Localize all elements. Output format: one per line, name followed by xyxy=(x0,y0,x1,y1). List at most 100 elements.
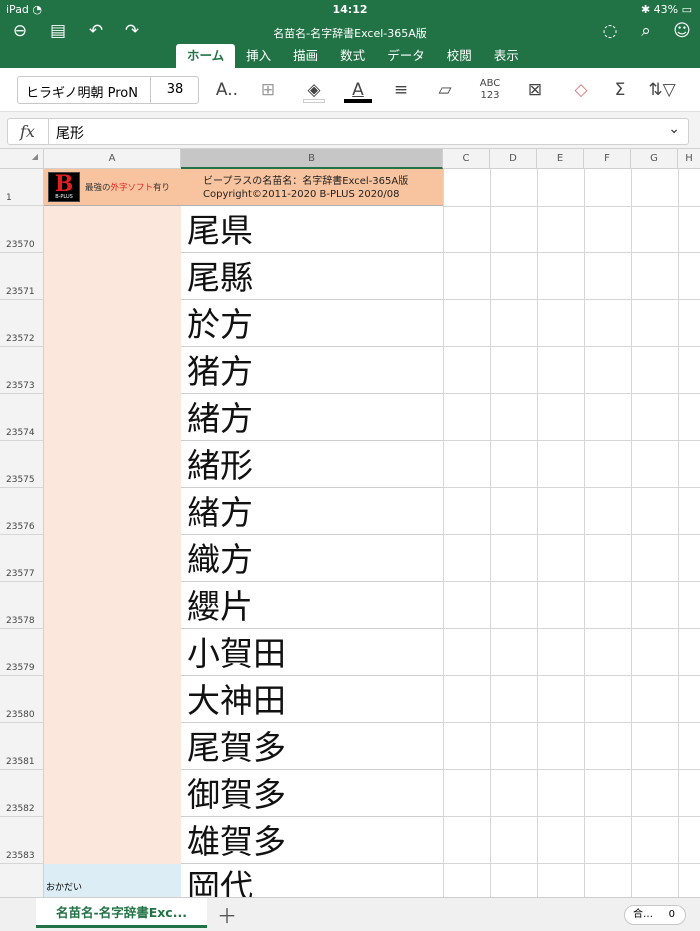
chevron-down-icon[interactable]: ⌄ xyxy=(668,121,680,137)
column-header-h[interactable]: H xyxy=(678,149,700,169)
ribbon-tabs: ホーム 挿入 描画 数式 データ 校閲 表示 xyxy=(176,44,530,68)
column-header-f[interactable]: F xyxy=(584,149,631,169)
cell-b-next[interactable]: 岡代 xyxy=(181,864,443,898)
column-a-fill[interactable] xyxy=(44,206,181,864)
cell-b[interactable]: 大神田 xyxy=(181,676,443,723)
banner-cell[interactable]: B B-PLUS 最強の外字ソフト有り ビープラスの名苗名：名字辞書Excel-… xyxy=(44,169,443,206)
row-header-next[interactable] xyxy=(0,864,44,897)
row-header[interactable]: 23575 xyxy=(0,441,44,488)
tagline: 最強の外字ソフト有り xyxy=(85,183,171,193)
surname-text: 緖方 xyxy=(187,493,253,532)
tab-formulas[interactable]: 数式 xyxy=(329,44,376,68)
surname-text: 尾県 xyxy=(187,211,253,250)
surname-text: 雄賀多 xyxy=(187,822,286,861)
autosum-icon[interactable]: Σ xyxy=(606,77,634,103)
font-name[interactable]: ヒラギノ明朝 ProN xyxy=(26,82,150,101)
formula-bar: fx 尾形 ⌄ xyxy=(0,112,700,149)
row-header[interactable]: 23578 xyxy=(0,582,44,629)
column-header-b[interactable]: B xyxy=(181,149,443,169)
row-header[interactable]: 23577 xyxy=(0,535,44,582)
clear-icon[interactable]: ◇ xyxy=(566,77,596,103)
row-header[interactable]: 23573 xyxy=(0,347,44,394)
select-all-corner[interactable]: ◢ xyxy=(0,149,44,169)
row-header[interactable]: 23572 xyxy=(0,300,44,347)
cell-b[interactable]: 纓片 xyxy=(181,582,443,629)
tab-data[interactable]: データ xyxy=(376,44,436,68)
app-header: iPad ◔ 14:12 ✱ 43% ▭ ⊖ ▤ ↶ ↷ 名苗名-名字辞書Exc… xyxy=(0,0,700,68)
tab-review[interactable]: 校閲 xyxy=(436,44,483,68)
row-header[interactable]: 23579 xyxy=(0,629,44,676)
surname-text: 猪方 xyxy=(187,352,253,391)
column-header-e[interactable]: E xyxy=(537,149,584,169)
banner-line-1: ビープラスの名苗名：名字辞書Excel-365A版 xyxy=(203,176,409,187)
column-header-d[interactable]: D xyxy=(490,149,537,169)
sum-indicator[interactable]: 合… 0 xyxy=(624,905,686,925)
lightbulb-icon[interactable]: ◌ xyxy=(598,20,622,42)
search-icon[interactable]: ⌕ xyxy=(634,20,658,42)
cell-a-next[interactable]: おかだい xyxy=(44,864,181,897)
battery-status: ✱ 43% ▭ xyxy=(640,3,692,16)
row-header-1[interactable]: 1 xyxy=(0,169,44,206)
surname-text: 緒方 xyxy=(187,399,253,438)
cell-b[interactable]: 尾県 xyxy=(181,206,443,253)
borders-icon[interactable]: ⊞ xyxy=(254,77,282,103)
tab-view[interactable]: 表示 xyxy=(483,44,530,68)
clock: 14:12 xyxy=(332,3,368,16)
cell-b[interactable]: 小賀田 xyxy=(181,629,443,676)
column-header-c[interactable]: C xyxy=(443,149,490,169)
row-header[interactable]: 23571 xyxy=(0,253,44,300)
tab-draw[interactable]: 描画 xyxy=(282,44,329,68)
row-header[interactable]: 23574 xyxy=(0,394,44,441)
cell-b[interactable]: 緒形 xyxy=(181,441,443,488)
tab-insert[interactable]: 挿入 xyxy=(235,44,282,68)
row-header[interactable]: 23581 xyxy=(0,723,44,770)
row-header[interactable]: 23580 xyxy=(0,676,44,723)
cell-b[interactable]: 雄賀多 xyxy=(181,817,443,864)
status-bar: iPad ◔ 14:12 ✱ 43% ▭ xyxy=(0,0,700,18)
row-header[interactable]: 23582 xyxy=(0,770,44,817)
fill-color-icon[interactable]: ◈ xyxy=(299,77,329,103)
column-headers: ◢ A B C D E F G H xyxy=(0,149,700,169)
cell-style-icon[interactable]: ▱ xyxy=(430,77,460,103)
font-selector[interactable]: ヒラギノ明朝 ProN 38 xyxy=(17,76,199,104)
sheet-tab[interactable]: 名苗名-名字辞書Exc... xyxy=(36,898,207,928)
document-title: 名苗名-名字辞書Excel-365A版 xyxy=(273,27,427,40)
title-bar: ⊖ ▤ ↶ ↷ 名苗名-名字辞書Excel-365A版 ◌ ⌕ ☺ xyxy=(0,18,700,44)
cell-b[interactable]: 尾縣 xyxy=(181,253,443,300)
align-icon[interactable]: ≡ xyxy=(386,77,416,103)
cell-b[interactable]: 猪方 xyxy=(181,347,443,394)
spellcheck-icon[interactable]: ABC 123 xyxy=(474,78,506,104)
formula-input[interactable]: fx 尾形 ⌄ xyxy=(7,118,689,145)
column-header-a[interactable]: A xyxy=(44,149,181,169)
font-style-icon[interactable]: A.. xyxy=(212,77,242,103)
font-color-icon[interactable]: A xyxy=(343,77,373,103)
surname-text: 御賀多 xyxy=(187,775,286,814)
sort-filter-icon[interactable]: ⇅▽ xyxy=(646,77,678,103)
surname-text: 大神田 xyxy=(187,681,286,720)
cell-b[interactable]: 於方 xyxy=(181,300,443,347)
cell-b[interactable]: 緖方 xyxy=(181,488,443,535)
row-header[interactable]: 23583 xyxy=(0,817,44,864)
cell-b[interactable]: 織方 xyxy=(181,535,443,582)
surname-text: 纓片 xyxy=(187,587,253,626)
row-header[interactable]: 23576 xyxy=(0,488,44,535)
surname-text: 尾賀多 xyxy=(187,728,286,767)
font-size[interactable]: 38 xyxy=(151,82,199,97)
cell-b[interactable]: 御賀多 xyxy=(181,770,443,817)
surname-text: 緒形 xyxy=(187,446,253,485)
fx-label: fx xyxy=(20,122,35,141)
cell-b[interactable]: 緒方 xyxy=(181,394,443,441)
cell-b[interactable]: 尾賀多 xyxy=(181,723,443,770)
share-user-icon[interactable]: ☺ xyxy=(670,20,694,42)
banner-line-2: Copyright©2011-2020 B-PLUS 2020/08 xyxy=(203,189,400,200)
formula-value[interactable]: 尾形 xyxy=(56,123,84,143)
sheet-bar: 名苗名-名字辞書Exc... ＋ 合… 0 xyxy=(0,897,700,931)
surname-text: 織方 xyxy=(187,540,253,579)
column-header-g[interactable]: G xyxy=(631,149,678,169)
row-header[interactable]: 23570 xyxy=(0,206,44,253)
add-sheet-button[interactable]: ＋ xyxy=(213,900,241,929)
spreadsheet-grid[interactable]: 1 B B-PLUS 最強の外字ソフト有り ビープラスの名苗名：名字辞書Exce… xyxy=(0,169,700,897)
ribbon-toolbar: ヒラギノ明朝 ProN 38 A.. ⊞ ◈ A ≡ ▱ ABC 123 ⊠ ◇ … xyxy=(0,68,700,112)
tab-home[interactable]: ホーム xyxy=(176,44,236,68)
insert-delete-cells-icon[interactable]: ⊠ xyxy=(520,77,550,103)
